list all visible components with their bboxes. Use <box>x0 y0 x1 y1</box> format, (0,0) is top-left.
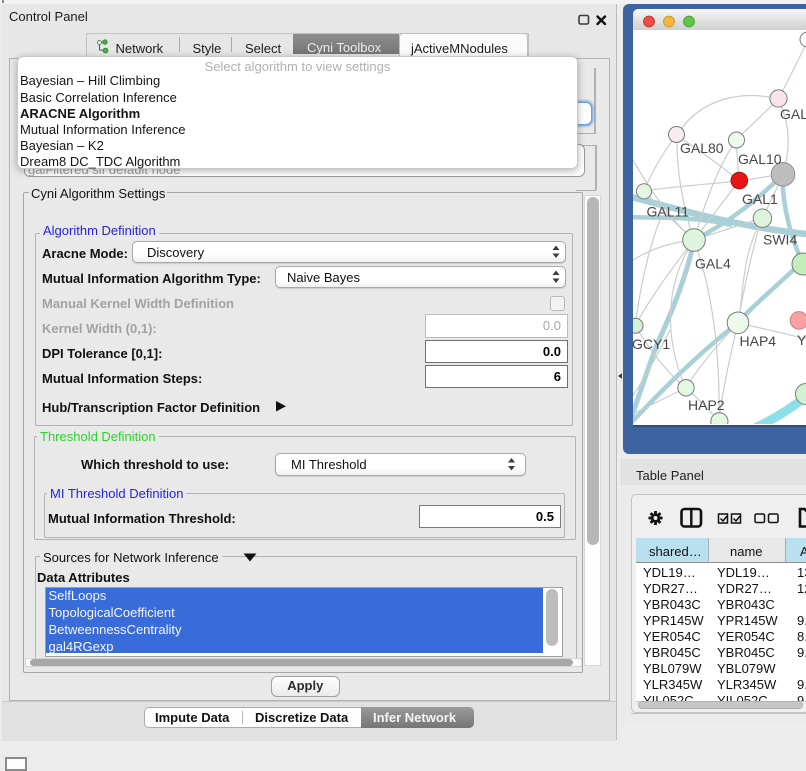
svg-text:GAL7: GAL7 <box>780 106 806 122</box>
svg-text:GAL1: GAL1 <box>742 191 778 207</box>
svg-text:HAP2: HAP2 <box>688 397 725 413</box>
svg-text:GAL80: GAL80 <box>680 140 724 156</box>
svg-text:GAL11: GAL11 <box>647 204 690 220</box>
svg-text:SWI4: SWI4 <box>763 232 797 248</box>
svg-text:GAL10: GAL10 <box>738 151 782 167</box>
svg-text:GCY1: GCY1 <box>633 336 670 352</box>
svg-text:HAP4: HAP4 <box>740 333 777 349</box>
svg-text:YJ: YJ <box>797 332 806 348</box>
svg-text:GAL4: GAL4 <box>695 256 731 272</box>
